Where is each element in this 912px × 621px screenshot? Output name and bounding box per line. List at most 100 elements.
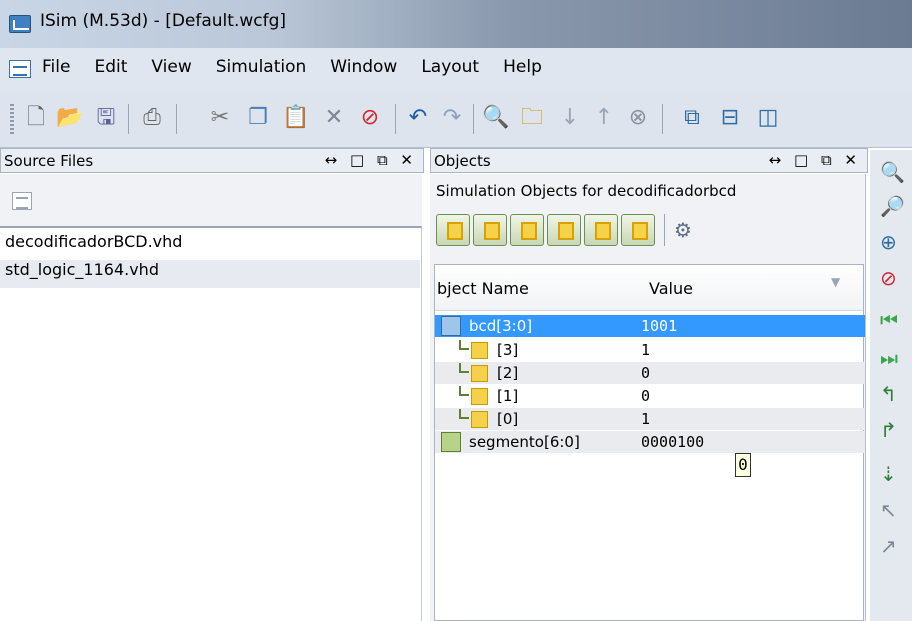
menu-simulation[interactable]: Simulation (216, 57, 307, 77)
move-down-icon[interactable]: ↓ (556, 104, 584, 132)
toolbar-separator (176, 104, 177, 134)
add-marker-icon[interactable]: ⇣ (880, 462, 906, 488)
toolbar-separator (662, 104, 663, 134)
table-row[interactable]: [0] 1 (435, 408, 865, 430)
delete-icon[interactable]: ✕ (320, 104, 348, 132)
go-to-end-icon[interactable]: ⏭ (880, 346, 906, 372)
open-folder-icon[interactable]: 📂 (56, 104, 84, 132)
signal-name: [2] (497, 364, 519, 382)
table-row[interactable]: bcd[3:0] 1001 (435, 315, 865, 337)
menu-bar: File Edit View Simulation Window Layout … (0, 48, 912, 90)
waveform-side-toolbar: 🔍 🔎 ⊕ ⊘ ⏮ ⏭ ↰ ↱ ⇣ ↖ ↗ (870, 150, 912, 621)
input-bit-icon (471, 388, 488, 405)
menu-window[interactable]: Window (330, 57, 397, 77)
source-files-header: Source Files ↔ □ ⧉ ✕ (0, 148, 424, 173)
isim-app-icon (9, 15, 31, 33)
next-transition-icon[interactable]: ↱ (880, 418, 906, 444)
tree-line-icon (459, 363, 469, 373)
column-header-value[interactable]: Value ▼ (635, 265, 863, 311)
source-file-item[interactable]: std_logic_1164.vhd (0, 260, 420, 288)
undo-icon[interactable]: ↶ (404, 104, 432, 132)
tree-line-icon (459, 340, 469, 350)
horizontal-split-icon[interactable]: ⊟ (716, 104, 744, 132)
table-row[interactable]: [1] 0 (435, 385, 865, 407)
paste-icon[interactable]: 📋 (282, 104, 310, 132)
value-tooltip: 0 (735, 453, 751, 477)
menu-edit[interactable]: Edit (94, 57, 127, 77)
zoom-out-icon[interactable]: 🔎 (880, 194, 906, 220)
previous-transition-icon[interactable]: ↰ (880, 382, 906, 408)
tree-line-icon (459, 409, 469, 419)
toolbar-grip[interactable] (10, 104, 14, 134)
source-panel-controls[interactable]: ↔ □ ⧉ ✕ (325, 151, 417, 169)
filter-separator (664, 214, 665, 246)
input-filter-icon[interactable] (436, 214, 470, 246)
window-title: ISim (M.53d) - [Default.wcfg] (40, 11, 287, 31)
table-row[interactable]: [3] 1 (435, 339, 865, 361)
new-file-icon[interactable]: 🗋 (22, 104, 50, 132)
source-files-toolbar (0, 174, 422, 226)
menu-file[interactable]: File (42, 57, 70, 77)
bus-signal-icon (441, 316, 461, 336)
signal-name: [1] (497, 387, 519, 405)
menu-view[interactable]: View (151, 57, 191, 77)
objects-filter-toolbar: ⚙ (436, 214, 698, 246)
signal-name: [3] (497, 341, 519, 359)
source-files-title: Source Files (4, 152, 94, 170)
objects-table: bject Name Value ▼ bcd[3:0] 1001 [3] 1 [… (434, 264, 865, 621)
sort-arrow-icon[interactable]: ▼ (831, 275, 840, 289)
signal-value: 1 (641, 341, 651, 359)
output-filter-icon[interactable] (473, 214, 507, 246)
zoom-cursor-icon[interactable]: ⊘ (880, 266, 906, 292)
objects-title: Objects (434, 152, 491, 170)
menu-help[interactable]: Help (503, 57, 542, 77)
signal-value: 0000100 (641, 433, 705, 451)
tree-line-icon (459, 386, 469, 396)
input-bit-icon (471, 411, 488, 428)
table-row[interactable]: segmento[6:0] 0000100 (435, 431, 865, 453)
signal-value: 1 (641, 410, 651, 428)
source-files-list: decodificadorBCD.vhd std_logic_1164.vhd (0, 226, 422, 621)
signal-value: 0 (641, 364, 651, 382)
cut-icon[interactable]: ✂ (206, 104, 234, 132)
input-bit-icon (471, 342, 488, 359)
find-in-files-icon[interactable]: 🗀 (518, 104, 546, 132)
inout-filter-icon[interactable] (510, 214, 544, 246)
vertical-split-icon[interactable]: ◫ (754, 104, 782, 132)
copy-icon[interactable]: ❐ (244, 104, 272, 132)
go-to-start-icon[interactable]: ⏮ (880, 308, 906, 334)
toolbar-separator (395, 104, 396, 134)
source-view-icon[interactable] (12, 192, 32, 210)
output-bus-icon (441, 432, 461, 452)
zoom-in-icon[interactable]: 🔍 (880, 160, 906, 186)
redo-icon[interactable]: ↷ (438, 104, 466, 132)
table-row[interactable]: [2] 0 (435, 362, 865, 384)
toolbar-separator (128, 104, 129, 134)
save-icon[interactable]: 🖫 (92, 104, 120, 132)
variable-filter-icon[interactable] (621, 214, 655, 246)
value-header-label: Value (649, 279, 693, 298)
tile-icon[interactable]: ⧉ (678, 104, 706, 132)
previous-marker-icon[interactable]: ↖ (880, 498, 906, 524)
move-up-icon[interactable]: ↑ (590, 104, 618, 132)
waveform-window-icon[interactable] (9, 60, 31, 78)
source-file-item[interactable]: decodificadorBCD.vhd (5, 232, 182, 251)
signal-name: [0] (497, 410, 519, 428)
buffer-filter-icon[interactable] (584, 214, 618, 246)
menu-layout[interactable]: Layout (421, 57, 479, 77)
main-toolbar: 🗋 📂 🖫 ⎙ ✂ ❐ 📋 ✕ ⊘ ↶ ↷ 🔍 🗀 ↓ ↑ ⊗ ⧉ ⊟ ◫ (0, 90, 912, 148)
signal-value: 1001 (641, 317, 678, 335)
toolbar-separator (473, 104, 474, 134)
input-bit-icon (471, 365, 488, 382)
print-icon[interactable]: ⎙ (138, 104, 166, 132)
stop-icon[interactable]: ⊘ (356, 104, 384, 132)
clear-icon[interactable]: ⊗ (624, 104, 652, 132)
title-bar: ISim (M.53d) - [Default.wcfg] (0, 0, 912, 48)
internal-signal-filter-icon[interactable] (547, 214, 581, 246)
zoom-fit-icon[interactable]: ⊕ (880, 230, 906, 256)
settings-icon[interactable]: ⚙ (674, 218, 698, 242)
next-marker-icon[interactable]: ↗ (880, 534, 906, 560)
objects-panel-controls[interactable]: ↔ □ ⧉ ✕ (769, 151, 861, 169)
find-icon[interactable]: 🔍 (482, 104, 510, 132)
column-header-name[interactable]: bject Name (435, 265, 635, 311)
